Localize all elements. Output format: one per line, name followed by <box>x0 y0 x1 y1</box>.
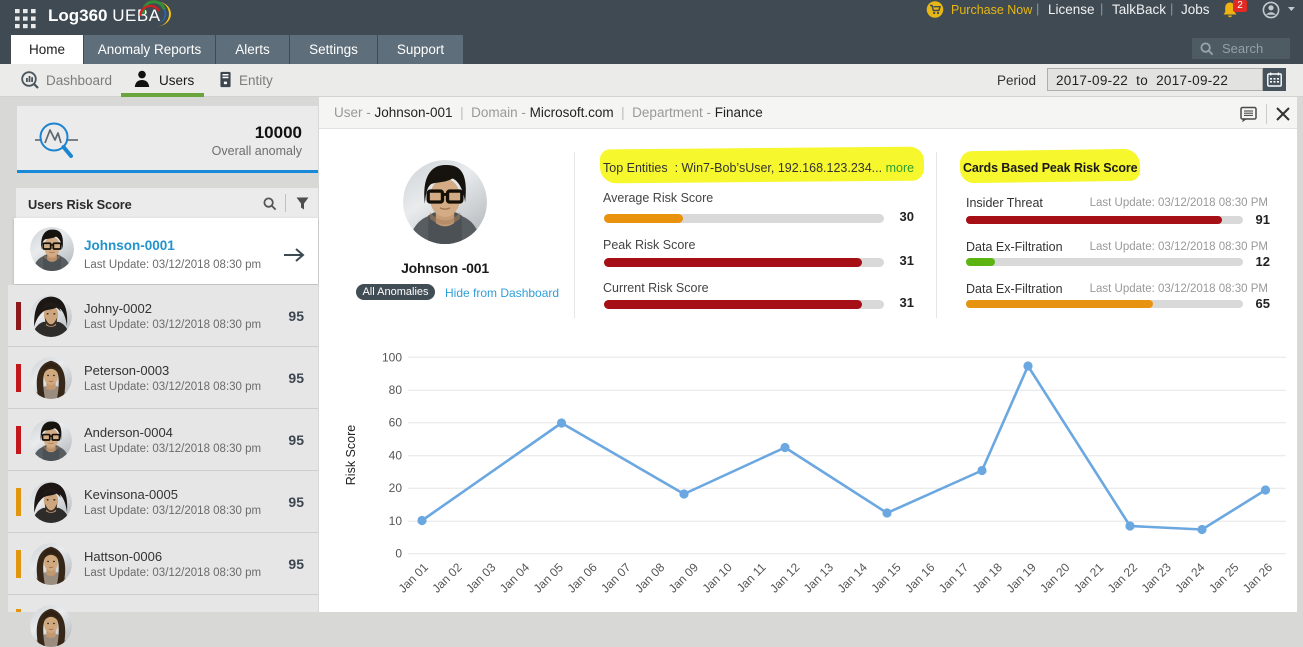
svg-text:20: 20 <box>389 481 403 495</box>
svg-text:Jan 15: Jan 15 <box>868 560 904 596</box>
svg-text:Jan 09: Jan 09 <box>666 560 702 596</box>
svg-text:Jan 17: Jan 17 <box>936 560 972 596</box>
svg-text:Jan 19: Jan 19 <box>1003 560 1039 596</box>
svg-text:Jan 12: Jan 12 <box>767 560 803 596</box>
svg-text:Jan 20: Jan 20 <box>1037 560 1073 596</box>
svg-text:Jan 10: Jan 10 <box>699 560 735 596</box>
svg-text:80: 80 <box>389 383 403 397</box>
svg-text:Jan 23: Jan 23 <box>1138 560 1174 596</box>
svg-text:100: 100 <box>382 350 402 364</box>
svg-text:Jan 05: Jan 05 <box>531 560 567 596</box>
svg-text:Jan 06: Jan 06 <box>564 560 600 596</box>
svg-text:Jan 22: Jan 22 <box>1105 560 1141 596</box>
svg-text:Jan 21: Jan 21 <box>1071 560 1107 596</box>
svg-text:Risk Score: Risk Score <box>344 425 358 485</box>
svg-text:60: 60 <box>389 416 403 430</box>
svg-text:Jan 24: Jan 24 <box>1172 560 1208 596</box>
svg-text:0: 0 <box>395 547 402 561</box>
svg-text:Jan 18: Jan 18 <box>970 560 1006 596</box>
svg-text:Jan 13: Jan 13 <box>801 560 837 596</box>
svg-text:Jan 25: Jan 25 <box>1206 560 1242 596</box>
svg-text:Jan 03: Jan 03 <box>463 560 499 596</box>
svg-text:Jan 26: Jan 26 <box>1240 560 1276 596</box>
svg-text:Jan 11: Jan 11 <box>734 560 769 595</box>
svg-text:Jan 14: Jan 14 <box>835 560 871 596</box>
svg-text:Jan 16: Jan 16 <box>902 560 938 596</box>
svg-text:40: 40 <box>389 449 403 463</box>
svg-text:Jan 08: Jan 08 <box>632 560 668 596</box>
svg-text:10: 10 <box>389 514 403 528</box>
svg-text:Jan 04: Jan 04 <box>497 560 533 596</box>
svg-text:Jan 01: Jan 01 <box>396 560 432 596</box>
svg-text:Jan 07: Jan 07 <box>598 560 634 596</box>
svg-text:Jan 02: Jan 02 <box>429 560 465 596</box>
